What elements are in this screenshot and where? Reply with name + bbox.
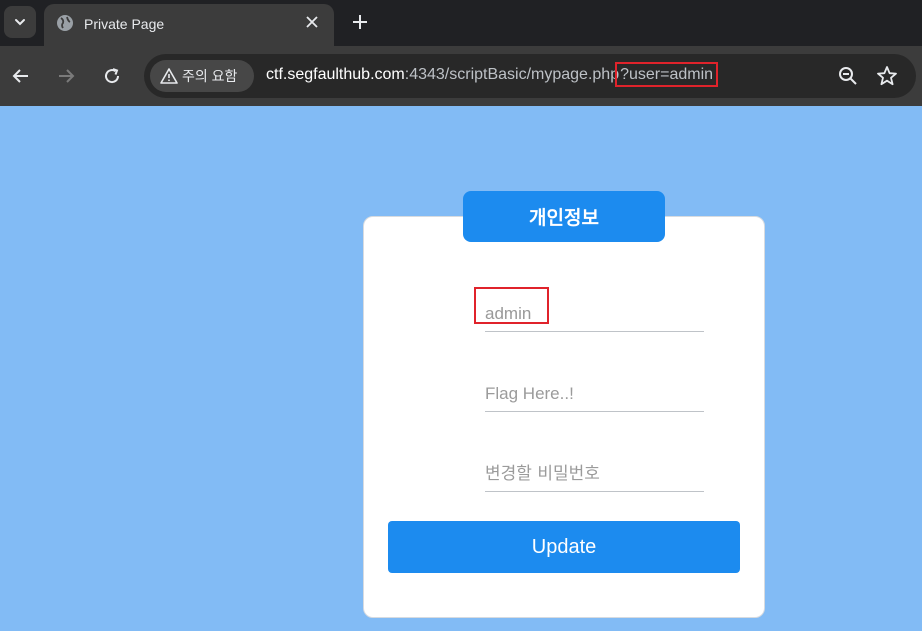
- address-bar[interactable]: 주의 요함 ctf.segfaulthub.com:4343/scriptBas…: [144, 54, 916, 98]
- back-button[interactable]: [5, 60, 37, 92]
- tab-title: Private Page: [84, 16, 165, 32]
- reload-icon: [105, 68, 120, 84]
- arrow-left-icon: [12, 69, 28, 83]
- close-icon: [306, 16, 318, 28]
- warning-icon: [160, 68, 178, 84]
- globe-icon: [57, 15, 73, 31]
- close-tab-button[interactable]: [302, 12, 322, 32]
- url-host: ctf.segfaulthub.com: [266, 66, 405, 83]
- url-query-highlighted: ?user=admin: [615, 62, 719, 87]
- url-path: :4343/scriptBasic/mypage.php: [404, 66, 620, 83]
- card-title-badge: 개인정보: [463, 191, 665, 242]
- forward-button[interactable]: [50, 60, 82, 92]
- zoom-out-icon[interactable]: [838, 66, 858, 86]
- tab-search-button[interactable]: [4, 6, 36, 38]
- chevron-down-icon: [15, 19, 25, 26]
- browser-toolbar: 주의 요함 ctf.segfaulthub.com:4343/scriptBas…: [0, 46, 922, 106]
- active-tab[interactable]: Private Page: [44, 4, 334, 46]
- tab-bar: Private Page: [0, 0, 922, 46]
- security-label: 주의 요함: [182, 68, 238, 84]
- flag-field[interactable]: [485, 371, 704, 412]
- update-button[interactable]: Update: [388, 521, 740, 573]
- security-indicator[interactable]: 주의 요함: [150, 60, 254, 92]
- arrow-right-icon: [59, 69, 75, 83]
- new-password-field[interactable]: [485, 451, 704, 492]
- url-text[interactable]: ctf.segfaulthub.com:4343/scriptBasic/myp…: [266, 62, 719, 87]
- bookmark-star-icon[interactable]: [876, 65, 898, 87]
- plus-icon: [353, 15, 367, 29]
- user-id-field[interactable]: [485, 291, 704, 332]
- new-tab-button[interactable]: [346, 8, 374, 36]
- reload-button[interactable]: [96, 60, 128, 92]
